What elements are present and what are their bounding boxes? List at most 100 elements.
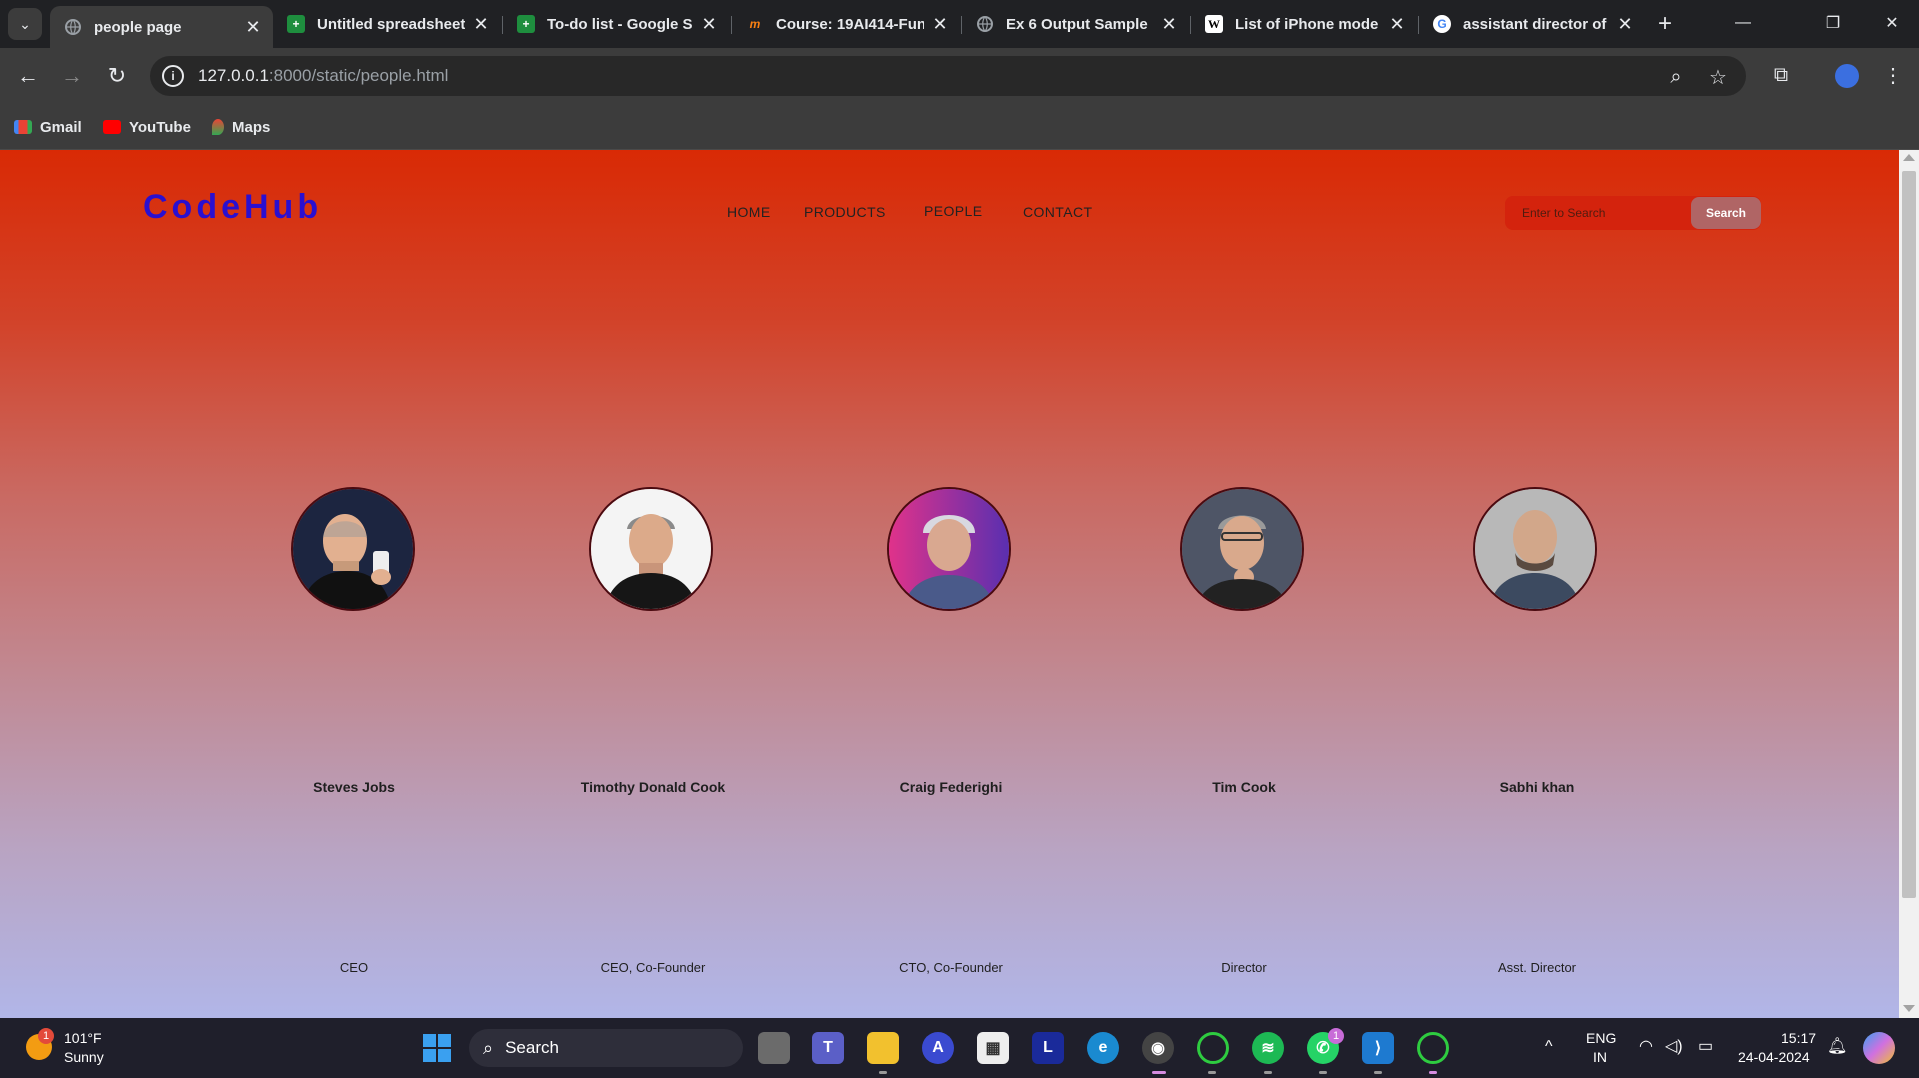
tab-title: people page	[94, 18, 182, 36]
menu-kebab-icon[interactable]: ⋮	[1878, 60, 1908, 90]
running-indicator	[879, 1071, 887, 1074]
page-viewport: CodeHub HOME PRODUCTS PEOPLE CONTACT Sea…	[0, 150, 1899, 1018]
file-explorer-icon[interactable]	[867, 1032, 899, 1064]
chrome-icon[interactable]: ◉	[1142, 1032, 1174, 1064]
tab-assistant-director[interactable]: G assistant director of ✕	[1419, 6, 1645, 42]
search-button[interactable]: Search	[1691, 197, 1761, 229]
close-tab-icon[interactable]: ✕	[1615, 14, 1635, 35]
bookmark-label: Gmail	[40, 118, 82, 136]
app-l-icon[interactable]: L	[1032, 1032, 1064, 1064]
windows-taskbar: 1 101°F Sunny ⌕ Search T A ▦ L e ◉ ≋ ✆ 1…	[0, 1018, 1919, 1078]
vscode-icon[interactable]: ⟩	[1362, 1032, 1394, 1064]
bookmark-label: Maps	[232, 118, 271, 136]
bookmark-star-icon[interactable]: ☆	[1705, 64, 1731, 90]
teams-icon[interactable]: T	[812, 1032, 844, 1064]
globe-icon	[64, 18, 82, 36]
tray-chevron-up-icon[interactable]: ^	[1545, 1038, 1553, 1056]
app-arc-icon[interactable]: A	[922, 1032, 954, 1064]
task-view-icon[interactable]	[758, 1032, 790, 1064]
person-name: Steves Jobs	[313, 779, 395, 795]
nav-contact[interactable]: CONTACT	[1023, 204, 1092, 220]
restore-icon[interactable]: ❐	[1813, 8, 1853, 38]
person-name: Tim Cook	[1212, 779, 1276, 795]
youtube-icon	[103, 120, 121, 134]
close-tab-icon[interactable]: ✕	[1387, 14, 1407, 35]
site-logo[interactable]: CodeHub	[143, 188, 322, 227]
close-tab-icon[interactable]: ✕	[471, 14, 491, 35]
battery-icon[interactable]: ▭	[1698, 1036, 1713, 1056]
bookmark-maps[interactable]: Maps	[212, 116, 270, 138]
moodle-icon: m	[749, 17, 761, 31]
back-arrow-icon[interactable]: ←	[12, 60, 44, 92]
running-indicator	[1319, 1071, 1327, 1074]
tab-title: Untitled spreadsheet	[317, 15, 465, 33]
copilot-icon[interactable]	[1863, 1032, 1895, 1064]
scroll-down-arrow-icon[interactable]	[1903, 1005, 1915, 1012]
tab-iphone-models[interactable]: W List of iPhone mode ✕	[1191, 6, 1417, 42]
volume-icon[interactable]: ◁)	[1665, 1036, 1683, 1056]
windows-start-icon[interactable]	[421, 1032, 453, 1064]
tab-course[interactable]: m Course: 19AI414-Fun ✕	[732, 6, 960, 42]
app-ring-icon[interactable]	[1197, 1032, 1229, 1064]
sheets-icon: +	[517, 15, 535, 33]
zoom-icon[interactable]: ⌕	[1663, 64, 1689, 90]
site-info-icon[interactable]: i	[162, 65, 184, 87]
language-in[interactable]: IN	[1593, 1049, 1607, 1065]
taskbar-search[interactable]: ⌕ Search	[469, 1029, 743, 1067]
microsoft-store-icon[interactable]: ▦	[977, 1032, 1009, 1064]
search-input[interactable]	[1505, 196, 1690, 230]
close-tab-icon[interactable]: ✕	[1159, 14, 1179, 35]
wifi-icon[interactable]: ◠	[1639, 1036, 1653, 1056]
gmail-icon	[14, 120, 32, 134]
bookmark-gmail[interactable]: Gmail	[14, 116, 82, 138]
person-role: Director	[1221, 960, 1267, 975]
forward-arrow-icon[interactable]: →	[56, 60, 88, 92]
close-tab-icon[interactable]: ✕	[243, 17, 263, 38]
spotify-icon[interactable]: ≋	[1252, 1032, 1284, 1064]
url-path: :8000/static/people.html	[268, 66, 449, 85]
nav-home[interactable]: HOME	[727, 204, 771, 220]
url-text: 127.0.0.1:8000/static/people.html	[198, 66, 448, 86]
minimize-icon[interactable]: —	[1723, 8, 1763, 38]
google-icon: G	[1433, 15, 1451, 33]
bookmarks-bar: Gmail YouTube Maps	[0, 104, 1919, 150]
tab-search-chevron-icon[interactable]: ⌄	[8, 8, 42, 40]
tab-title: List of iPhone mode	[1235, 15, 1379, 33]
close-tab-icon[interactable]: ✕	[930, 14, 950, 35]
clock-date[interactable]: 24-04-2024	[1738, 1049, 1810, 1065]
url-host: 127.0.0.1	[198, 66, 269, 85]
close-window-icon[interactable]: ✕	[1872, 8, 1912, 38]
extensions-puzzle-icon[interactable]: ⧉	[1766, 60, 1796, 90]
tab-title: To-do list - Google S	[547, 15, 693, 33]
weather-temperature[interactable]: 101°F	[64, 1030, 102, 1046]
notification-bell-icon[interactable]: 🔔︎	[1827, 1036, 1847, 1056]
scroll-up-arrow-icon[interactable]	[1903, 154, 1915, 161]
app-ring-icon-2[interactable]	[1417, 1032, 1449, 1064]
weather-description[interactable]: Sunny	[64, 1049, 104, 1065]
browser-toolbar: ← → ↻ i 127.0.0.1:8000/static/people.htm…	[0, 48, 1919, 104]
profile-avatar[interactable]	[1835, 64, 1859, 88]
nav-products[interactable]: PRODUCTS	[804, 204, 886, 220]
language-eng[interactable]: ENG	[1586, 1030, 1616, 1046]
bookmark-youtube[interactable]: YouTube	[103, 116, 191, 138]
address-bar[interactable]: i 127.0.0.1:8000/static/people.html ⌕ ☆	[150, 56, 1746, 96]
person-photo-tim-cook	[1180, 487, 1304, 611]
whatsapp-badge: 1	[1328, 1028, 1344, 1044]
scrollbar-thumb[interactable]	[1902, 171, 1916, 898]
edge-icon[interactable]: e	[1087, 1032, 1119, 1064]
nav-people[interactable]: PEOPLE	[924, 203, 982, 219]
tab-todo-list[interactable]: + To-do list - Google S ✕	[503, 6, 729, 42]
person-role: CEO	[339, 960, 369, 975]
wikipedia-icon: W	[1205, 15, 1223, 33]
tab-title: assistant director of	[1463, 15, 1607, 33]
tab-ex6-output[interactable]: Ex 6 Output Sample ✕	[962, 6, 1189, 42]
clock-time[interactable]: 15:17	[1781, 1030, 1816, 1046]
tab-people-page[interactable]: people page ✕	[50, 6, 273, 48]
reload-icon[interactable]: ↻	[101, 60, 133, 92]
tab-untitled-spreadsheet[interactable]: + Untitled spreadsheet ✕	[273, 6, 501, 42]
new-tab-plus-icon[interactable]: +	[1651, 10, 1679, 38]
person-photo-craig-federighi	[887, 487, 1011, 611]
person-role: CTO, Co-Founder	[899, 960, 1003, 975]
close-tab-icon[interactable]: ✕	[699, 14, 719, 35]
tab-title: Course: 19AI414-Fun	[776, 15, 924, 33]
